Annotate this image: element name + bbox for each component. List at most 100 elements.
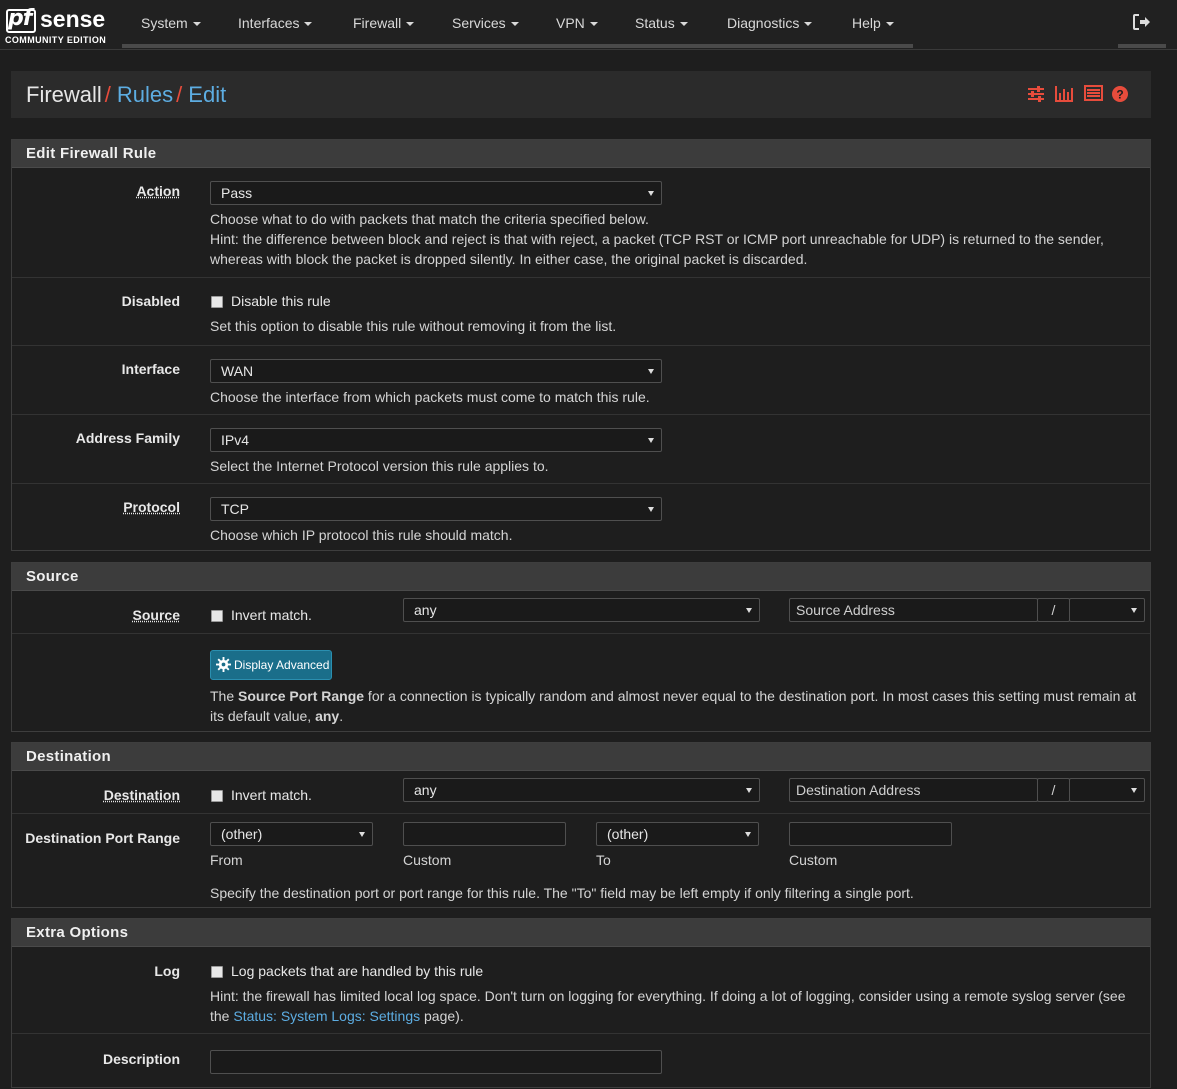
destination-type-value: any xyxy=(414,782,437,798)
destination-panel-title: Destination xyxy=(12,743,1150,771)
breadcrumb-separator: / xyxy=(105,82,111,107)
source-invert-label: Invert match. xyxy=(231,607,312,623)
action-select[interactable]: Pass xyxy=(210,181,662,205)
dest-port-from-value: (other) xyxy=(221,826,262,842)
main-menu: System Interfaces Firewall Services VPN … xyxy=(122,0,913,48)
interface-select[interactable]: WAN xyxy=(210,359,662,383)
logo-edition: COMMUNITY EDITION xyxy=(5,35,106,45)
menu-services[interactable]: Services xyxy=(452,15,519,31)
description-input[interactable] xyxy=(210,1050,662,1074)
protocol-label: Protocol xyxy=(123,499,180,515)
action-help-line1: Choose what to do with packets that matc… xyxy=(210,209,1104,229)
menu-services-label: Services xyxy=(452,15,506,31)
chevron-down-icon xyxy=(406,22,414,26)
caret-down-icon xyxy=(648,507,654,512)
protocol-row: Protocol TCP Choose which IP protocol th… xyxy=(12,483,1150,550)
dest-port-from-select[interactable]: (other) xyxy=(210,822,373,846)
disabled-help: Set this option to disable this rule wit… xyxy=(210,316,616,336)
source-mask-select[interactable] xyxy=(1069,598,1145,622)
menu-help[interactable]: Help xyxy=(852,15,894,31)
action-label: Action xyxy=(136,183,180,199)
menu-interfaces[interactable]: Interfaces xyxy=(238,15,312,31)
destination-invert-checkbox[interactable] xyxy=(211,790,223,802)
log-label: Log xyxy=(154,963,180,979)
action-help-line3: whereas with block the packet is dropped… xyxy=(210,249,1104,269)
destination-panel: Destination Destination Invert match. an… xyxy=(11,742,1151,908)
edit-rule-panel-title: Edit Firewall Rule xyxy=(12,140,1150,168)
breadcrumb-edit-link[interactable]: Edit xyxy=(188,82,226,107)
description-row: Description xyxy=(12,1033,1150,1089)
source-port-help-line2: its default value, any. xyxy=(210,706,1140,726)
menu-vpn[interactable]: VPN xyxy=(556,15,598,31)
chevron-down-icon xyxy=(590,22,598,26)
source-label: Source xyxy=(133,607,180,623)
sliders-icon[interactable] xyxy=(1027,85,1045,106)
destination-port-help: Specify the destination port or port ran… xyxy=(210,883,914,903)
menu-status[interactable]: Status xyxy=(635,15,688,31)
chevron-down-icon xyxy=(680,22,688,26)
chevron-down-icon xyxy=(304,22,312,26)
address-family-select[interactable]: IPv4 xyxy=(210,428,662,452)
destination-label: Destination xyxy=(104,787,180,803)
dest-port-to-custom-input[interactable] xyxy=(789,822,952,846)
caret-down-icon xyxy=(746,608,752,613)
breadcrumb-rules-link[interactable]: Rules xyxy=(117,82,173,107)
breadcrumb-firewall: Firewall xyxy=(26,82,102,107)
logout-button[interactable] xyxy=(1118,0,1166,48)
pfsense-logo[interactable]: pf sense COMMUNITY EDITION xyxy=(4,6,116,46)
help-bold: any xyxy=(315,708,339,724)
system-logs-settings-link[interactable]: Status: System Logs: Settings xyxy=(233,1008,420,1024)
log-checkbox[interactable] xyxy=(211,966,223,978)
description-label: Description xyxy=(103,1051,180,1067)
source-port-help-line1: The Source Port Range for a connection i… xyxy=(210,686,1140,706)
protocol-select[interactable]: TCP xyxy=(210,497,662,521)
bar-chart-icon[interactable] xyxy=(1054,85,1074,106)
destination-address-placeholder: Destination Address xyxy=(796,782,921,798)
menu-firewall[interactable]: Firewall xyxy=(353,15,414,31)
source-address-input[interactable]: Source Address xyxy=(789,598,1038,622)
menu-vpn-label: VPN xyxy=(556,15,585,31)
menu-firewall-label: Firewall xyxy=(353,15,401,31)
disable-rule-checkbox[interactable] xyxy=(211,296,223,308)
breadcrumb-bar: Firewall / Rules / Edit ? xyxy=(11,71,1151,118)
action-row: Action Pass Choose what to do with packe… xyxy=(12,169,1150,277)
destination-address-input[interactable]: Destination Address xyxy=(789,778,1038,802)
log-help-line1: Hint: the firewall has limited local log… xyxy=(210,986,1140,1006)
display-advanced-button[interactable]: Display Advanced xyxy=(210,650,332,680)
action-help-line2: Hint: the difference between block and r… xyxy=(210,229,1104,249)
destination-type-select[interactable]: any xyxy=(403,778,760,802)
destination-mask-select[interactable] xyxy=(1069,778,1145,802)
from-sublabel: From xyxy=(210,852,243,868)
display-advanced-label: Display Advanced xyxy=(234,658,329,672)
menu-system[interactable]: System xyxy=(141,15,201,31)
dest-port-from-custom-input[interactable] xyxy=(403,822,566,846)
chevron-down-icon xyxy=(193,22,201,26)
extra-options-panel-title: Extra Options xyxy=(12,919,1150,947)
help-circle-icon[interactable]: ? xyxy=(1111,85,1129,106)
caret-down-icon xyxy=(359,832,365,837)
caret-down-icon xyxy=(648,191,654,196)
dest-port-to-select[interactable]: (other) xyxy=(596,822,759,846)
caret-down-icon xyxy=(648,369,654,374)
logo-pf-text: pf xyxy=(8,6,31,31)
log-help-line2: the Status: System Logs: Settings page). xyxy=(210,1006,1140,1026)
source-type-value: any xyxy=(414,602,437,618)
chevron-down-icon xyxy=(886,22,894,26)
menu-status-label: Status xyxy=(635,15,675,31)
protocol-help: Choose which IP protocol this rule shoul… xyxy=(210,525,512,545)
source-panel: Source Source Invert match. any Source A… xyxy=(11,562,1151,732)
caret-down-icon xyxy=(1131,608,1137,613)
source-invert-checkbox[interactable] xyxy=(211,610,223,622)
interface-help: Choose the interface from which packets … xyxy=(210,387,650,407)
interface-select-value: WAN xyxy=(221,363,253,379)
table-list-icon[interactable] xyxy=(1084,85,1103,104)
menu-diagnostics[interactable]: Diagnostics xyxy=(727,15,812,31)
source-type-select[interactable]: any xyxy=(403,598,760,622)
caret-down-icon xyxy=(746,788,752,793)
address-family-help: Select the Internet Protocol version thi… xyxy=(210,456,549,476)
destination-invert-label: Invert match. xyxy=(231,787,312,803)
action-select-value: Pass xyxy=(221,185,252,201)
custom-sublabel: Custom xyxy=(403,852,451,868)
disabled-row: Disabled Disable this rule Set this opti… xyxy=(12,277,1150,345)
destination-slash-addon: / xyxy=(1037,778,1070,802)
